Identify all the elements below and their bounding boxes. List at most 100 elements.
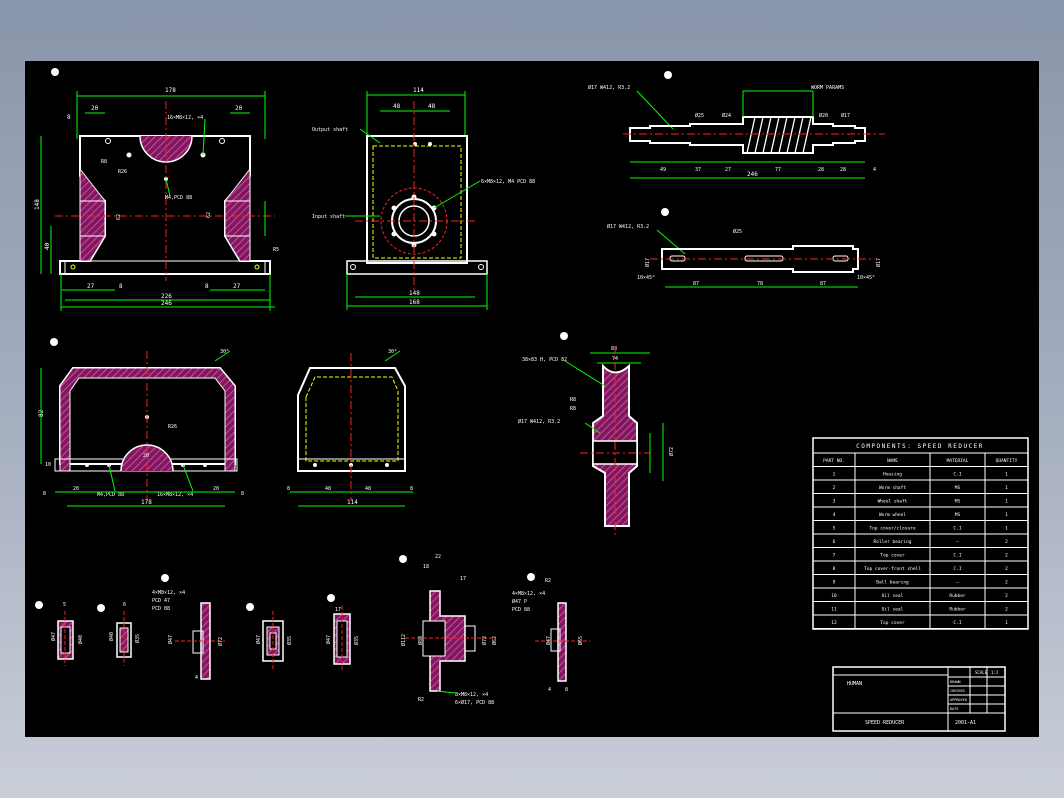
svg-text:R2: R2 (545, 578, 551, 584)
svg-text:246: 246 (161, 300, 172, 307)
small-part-9: 9 Ø40 Ø35 6 (97, 602, 141, 666)
svg-text:6×Ø17, PCD 88: 6×Ø17, PCD 88 (455, 699, 494, 706)
table-cell: 1 (1005, 499, 1008, 505)
table-row: 11 Oil seal Rubber 2 (813, 607, 1028, 616)
svg-text:62: 62 (206, 212, 212, 218)
svg-text:6×M8×12, M4 PCD 88: 6×M8×12, M4 PCD 88 (481, 179, 535, 185)
table-cell: Housing (883, 472, 902, 478)
svg-text:37: 37 (695, 167, 701, 173)
svg-text:114: 114 (347, 499, 358, 506)
table-cell: Top cover (880, 620, 905, 626)
table-cell: Rubber (949, 607, 966, 613)
svg-text:R2: R2 (418, 697, 424, 703)
table-row: 4 Worm wheel MS 1 (813, 512, 1028, 521)
svg-text:88: 88 (611, 346, 617, 352)
svg-text:20: 20 (143, 453, 149, 459)
svg-text:Ø62: Ø62 (491, 636, 498, 645)
svg-text:WORM PARAMS: WORM PARAMS (811, 85, 844, 91)
svg-text:77: 77 (775, 167, 781, 173)
svg-text:6: 6 (123, 602, 126, 608)
table-cell: 1 (833, 472, 836, 478)
table-cell: MS (955, 499, 961, 505)
table-row: 6 Roller bearing — 2 (813, 539, 1028, 548)
svg-text:246: 246 (747, 171, 758, 178)
svg-text:DRAWN: DRAWN (950, 680, 961, 684)
svg-text:Ø17 W412, R3.2: Ø17 W412, R3.2 (607, 223, 649, 230)
svg-text:Ø72: Ø72 (217, 637, 224, 646)
svg-text:Ø88: Ø88 (417, 636, 424, 645)
svg-text:178: 178 (141, 499, 152, 506)
svg-text:48: 48 (428, 103, 436, 110)
small-part-11: 11 Ø47 Ø35 (246, 603, 293, 671)
svg-text:48: 48 (325, 486, 331, 492)
svg-text:DATE: DATE (950, 707, 958, 711)
svg-text:17: 17 (460, 576, 466, 582)
svg-text:8: 8 (37, 603, 41, 610)
table-cell: 2 (1005, 553, 1008, 559)
svg-text:87: 87 (820, 281, 826, 287)
svg-text:M4,PCD 88: M4,PCD 88 (165, 195, 192, 201)
svg-text:8: 8 (43, 491, 46, 497)
svg-text:4×M8×12, ×4: 4×M8×12, ×4 (512, 591, 545, 597)
view-cover-side: 30° 8 48 48 8 114 (287, 349, 413, 507)
table-cell: 5 (833, 526, 836, 532)
svg-text:226: 226 (161, 293, 172, 300)
table-cell: 4 (833, 512, 836, 518)
view-cover-front: 5 30° R26 20 M4,PCD 88 16×M8×12, ×4 82 1… (38, 338, 244, 507)
cad-drawing-viewport[interactable]: 1 178 20 20 8 16×M8×12, ×4 R8 R26 M4,PCD… (25, 61, 1039, 737)
svg-text:Ø25: Ø25 (733, 228, 742, 235)
svg-text:PCD 88: PCD 88 (152, 606, 170, 612)
svg-text:Ø17 W412, R3.2: Ø17 W412, R3.2 (588, 84, 630, 91)
svg-text:Ø47: Ø47 (545, 636, 552, 645)
svg-text:78: 78 (757, 281, 763, 287)
small-part-7: 6 4×M8×12, ×4 Ø47 P PCD 88 R2 Ø47 Ø65 4 … (512, 573, 590, 693)
svg-text:10: 10 (161, 576, 169, 583)
svg-text:10×45°: 10×45° (637, 275, 655, 281)
table-header: PART NO. NAME MATERIAL QUANTITY (813, 453, 1028, 629)
svg-text:48: 48 (365, 486, 371, 492)
title-block-number: 2001-A1 (955, 720, 976, 726)
table-cell: 1 (1005, 485, 1008, 491)
svg-text:4: 4 (548, 687, 551, 693)
svg-text:38×83 H, PCD 82: 38×83 H, PCD 82 (522, 357, 567, 363)
svg-text:8: 8 (287, 486, 290, 492)
table-cell: Oil seal (882, 607, 904, 613)
svg-text:148: 148 (34, 199, 41, 210)
small-part-10: 10 4×M8×12, ×4 PCD 47 PCD 88 Ø47 Ø72 4 (152, 574, 225, 681)
title-block-name: HUMAN (847, 681, 862, 687)
svg-text:Ø112: Ø112 (400, 634, 407, 646)
svg-text:20: 20 (213, 486, 219, 492)
svg-text:87: 87 (693, 281, 699, 287)
svg-text:PCD 47: PCD 47 (152, 598, 170, 604)
svg-text:1:2: 1:2 (991, 670, 999, 675)
table-title: COMPONENTS: SPEED REDUCER (856, 443, 984, 450)
table-cell: Worm shaft (879, 485, 906, 491)
svg-text:10×45°: 10×45° (857, 275, 875, 281)
table-cell: 2 (1005, 607, 1008, 613)
svg-text:Ø72: Ø72 (481, 636, 488, 645)
svg-text:18: 18 (423, 564, 429, 570)
title-block-drawing: SPEED REDUCER (865, 720, 905, 726)
table-cell: 2 (1005, 593, 1008, 599)
table-cell: Worm wheel (879, 512, 906, 518)
svg-text:27: 27 (233, 283, 241, 290)
table-row: 2 Worm shaft MS 1 (813, 485, 1028, 494)
svg-text:8: 8 (241, 491, 244, 497)
svg-text:R8: R8 (570, 406, 576, 412)
table-cell: 1 (1005, 472, 1008, 478)
svg-text:Ø65: Ø65 (577, 636, 584, 645)
svg-text:Ø47: Ø47 (255, 635, 262, 644)
table-row: 3 Wheel shaft MS 1 (813, 499, 1028, 508)
table-header-cell: NAME (887, 458, 898, 464)
table-row: 8 Top cover-front shell C.I 2 (813, 566, 1028, 575)
table-cell: C.I (953, 553, 961, 559)
table-cell: 7 (833, 553, 836, 559)
svg-text:8: 8 (410, 486, 413, 492)
svg-text:30°: 30° (220, 349, 229, 355)
svg-text:R8: R8 (570, 397, 576, 403)
table-cell: — (956, 540, 959, 545)
svg-text:Ø35: Ø35 (134, 634, 141, 643)
svg-text:30°: 30° (388, 349, 397, 355)
table-cell: — (956, 581, 959, 586)
svg-text:Ø17: Ø17 (875, 258, 882, 267)
